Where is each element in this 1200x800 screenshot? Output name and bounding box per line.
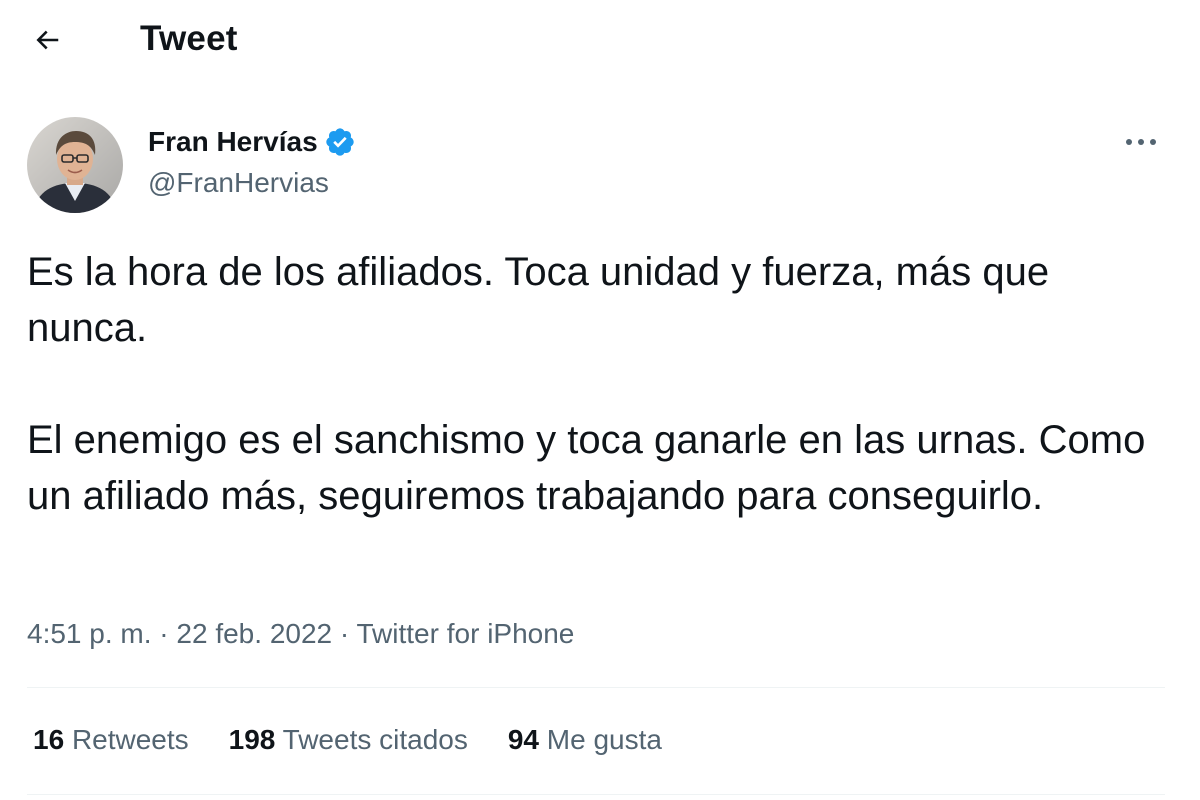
stat-label: Retweets	[71, 724, 189, 755]
divider	[27, 687, 1165, 688]
author-handle[interactable]: @FranHervias	[148, 164, 329, 202]
stat-retweets[interactable]: 16 Retweets	[33, 720, 189, 760]
more-options-button[interactable]	[1118, 122, 1164, 162]
stat-label: Tweets citados	[282, 724, 468, 755]
divider	[27, 794, 1165, 795]
author-name: Fran Hervías	[148, 126, 318, 157]
tweet-paragraph: Es la hora de los afiliados. Toca unidad…	[27, 250, 1050, 350]
tweet-meta: 4:51 p. m. · 22 feb. 2022 · Twitter for …	[27, 614, 574, 654]
page-title: Tweet	[140, 19, 238, 58]
stat-count: 16	[33, 724, 65, 755]
author-name-row[interactable]: Fran Hervías	[148, 122, 356, 162]
meta-separator: ·	[159, 618, 169, 649]
stat-count: 94	[507, 724, 540, 755]
back-button[interactable]	[22, 15, 72, 65]
tweet-stats: 16 Retweets 198 Tweets citados 94 Me gus…	[33, 720, 702, 760]
stat-label: Me gusta	[546, 724, 662, 755]
stat-count: 198	[228, 724, 276, 755]
stat-quote-tweets[interactable]: 198 Tweets citados	[229, 720, 468, 760]
tweet-text: Es la hora de los afiliados. Toca unidad…	[27, 244, 1167, 524]
stat-likes[interactable]: 94 Me gusta	[508, 720, 662, 760]
arrow-left-icon	[32, 25, 62, 55]
meta-separator: ·	[339, 618, 350, 649]
more-dots-icon	[1124, 137, 1158, 147]
tweet-time[interactable]: 4:51 p. m.	[27, 618, 152, 649]
verified-badge-icon	[324, 126, 356, 158]
tweet-page: Tweet Fran Hervías @FranHervias Es la ho…	[0, 0, 1200, 800]
header: Tweet	[0, 0, 1200, 80]
tweet-paragraph: El enemigo es el sanchismo y toca ganarl…	[27, 418, 1146, 518]
tweet-date[interactable]: 22 feb. 2022	[176, 618, 332, 649]
tweet-source[interactable]: Twitter for iPhone	[357, 618, 575, 649]
avatar[interactable]	[27, 117, 123, 213]
